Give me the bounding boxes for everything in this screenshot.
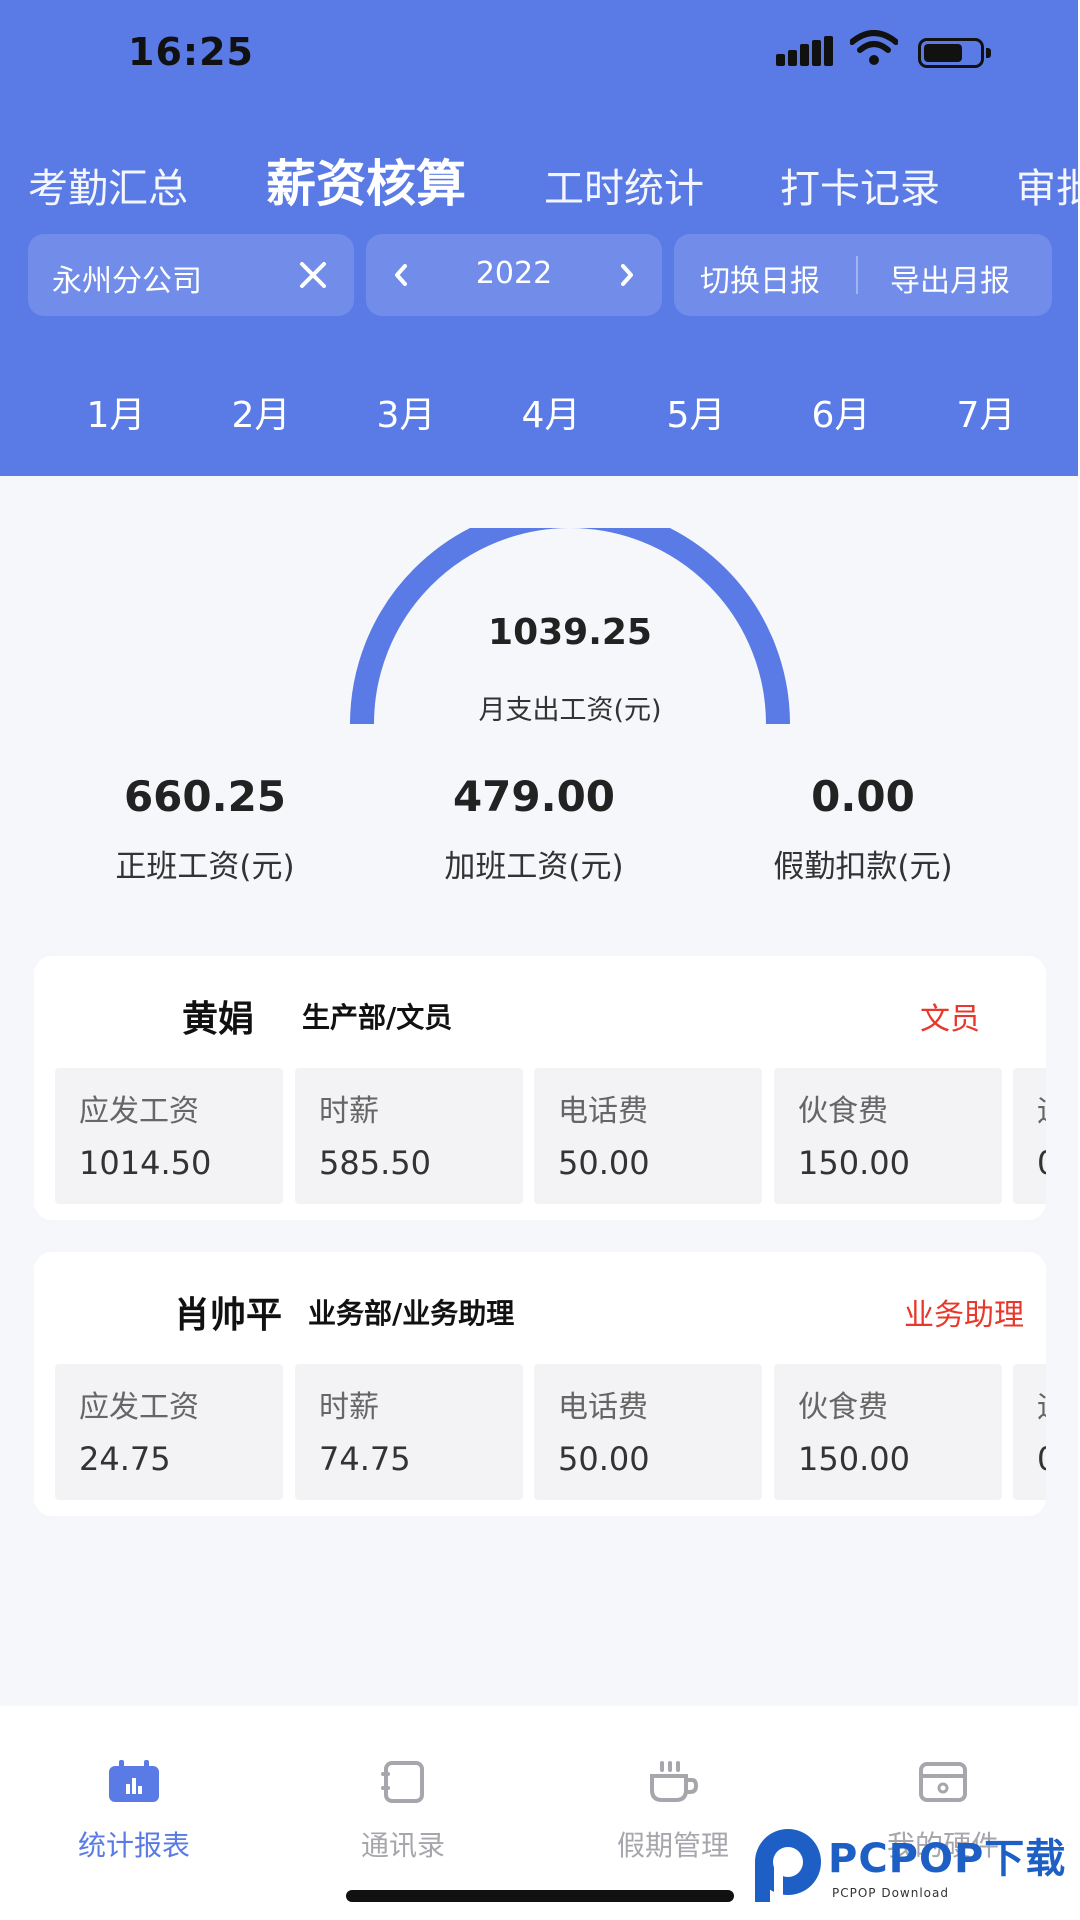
- pay-item: 时薪 74.75: [295, 1364, 523, 1500]
- pay-item-label: 伙食费: [798, 1390, 888, 1425]
- nav-contacts[interactable]: 通讯录: [303, 1760, 503, 1864]
- employee-role: 业务助理: [904, 1298, 1024, 1333]
- pay-item-value: 74.75: [319, 1440, 411, 1478]
- employee-name: 黄娟: [182, 999, 255, 1040]
- employee-role: 文员: [920, 1002, 980, 1037]
- pay-item-label: 时薪: [319, 1094, 379, 1129]
- nav-statistics[interactable]: 统计报表: [34, 1760, 234, 1864]
- status-time: 16:25: [128, 30, 254, 74]
- monthly-total-label: 月支出工资(元): [478, 695, 662, 726]
- top-tabs: 考勤汇总 薪资核算 工时统计 打卡记录 审批: [0, 140, 1080, 220]
- pay-item: 伙食费 150.00: [774, 1068, 1002, 1204]
- tab-approval[interactable]: 审批: [1016, 156, 1080, 214]
- battery-icon: [918, 38, 992, 68]
- pay-item-label: 伙食费: [798, 1094, 888, 1129]
- pay-item-value: 150.00: [798, 1144, 910, 1182]
- month-item[interactable]: 6月: [791, 386, 891, 438]
- pay-item-label: 时薪: [319, 1390, 379, 1425]
- monthly-total-value: 1039.25: [488, 612, 652, 653]
- pay-item: 应发工资 1014.50: [55, 1068, 283, 1204]
- pay-item-value: 50.00: [558, 1144, 650, 1182]
- stat-label: 假勤扣款(元): [773, 849, 953, 885]
- pay-item-value: 585.50: [319, 1144, 431, 1182]
- stat-value: 660.25: [123, 772, 287, 821]
- month-selector: 1月 2月 3月 4月 5月 6月 7月: [0, 386, 1080, 436]
- pay-item: 伙食费 150.00: [774, 1364, 1002, 1500]
- nav-label: 统计报表: [77, 1829, 190, 1862]
- employee-dept: 业务部/业务助理: [308, 1297, 515, 1330]
- stat-regular-pay: 660.25 正班工资(元): [55, 772, 355, 886]
- month-item[interactable]: 3月: [356, 386, 456, 438]
- wifi-icon: [850, 30, 898, 65]
- pay-item: 应发工资 24.75: [55, 1364, 283, 1500]
- watermark-subtitle: PCPOP Download: [832, 1886, 949, 1900]
- stat-overtime-pay: 479.00 加班工资(元): [384, 772, 684, 886]
- pay-item-label: 电话费: [558, 1094, 648, 1129]
- close-icon[interactable]: [296, 258, 330, 292]
- device-icon: [919, 1762, 967, 1802]
- pay-item: 运 0: [1013, 1364, 1046, 1500]
- pay-item-label: 应发工资: [79, 1390, 199, 1425]
- pay-item-value: 0: [1037, 1440, 1046, 1478]
- tab-salary-calc[interactable]: 薪资核算: [266, 144, 466, 216]
- employee-dept: 生产部/文员: [302, 1001, 453, 1034]
- tab-attendance-summary[interactable]: 考勤汇总: [28, 156, 188, 214]
- tab-work-hours[interactable]: 工时统计: [544, 156, 704, 214]
- month-item[interactable]: 5月: [646, 386, 746, 438]
- pay-item-value: 1014.50: [79, 1144, 212, 1182]
- switch-daily-button[interactable]: 切换日报: [700, 256, 820, 300]
- header: 16:25 考勤汇总 薪资核算 工时统计 打卡记录 审批 永州分公司 2022: [0, 0, 1080, 476]
- calendar-chart-icon: [109, 1760, 159, 1802]
- home-indicator[interactable]: [346, 1890, 734, 1902]
- month-item[interactable]: 1月: [66, 386, 166, 438]
- divider: [856, 256, 858, 294]
- nav-leave[interactable]: 假期管理: [573, 1760, 773, 1864]
- pay-item-value: 24.75: [79, 1440, 171, 1478]
- pay-item: 电话费 50.00: [534, 1364, 762, 1500]
- pay-item-value: 50.00: [558, 1440, 650, 1478]
- contacts-book-icon: [381, 1761, 424, 1803]
- chevron-right-icon[interactable]: [616, 262, 638, 288]
- pay-item-value: 0: [1037, 1144, 1046, 1182]
- month-item[interactable]: 4月: [501, 386, 601, 438]
- pay-item: 时薪 585.50: [295, 1068, 523, 1204]
- employee-card[interactable]: 肖帅平 业务部/业务助理 业务助理 应发工资 24.75 时薪 74.75 电话…: [34, 1252, 1046, 1516]
- stat-value: 479.00: [452, 772, 616, 821]
- pay-item-label: 应发工资: [79, 1094, 199, 1129]
- stat-label: 加班工资(元): [444, 849, 624, 885]
- cellular-signal-icon: [776, 34, 834, 66]
- report-actions: 切换日报 导出月报: [674, 234, 1052, 316]
- pay-item: 电话费 50.00: [534, 1068, 762, 1204]
- watermark-title: PCPOP下载: [828, 1836, 1067, 1882]
- stat-value: 0.00: [811, 772, 915, 821]
- pay-item-value: 150.00: [798, 1440, 910, 1478]
- stat-label: 正班工资(元): [115, 849, 295, 885]
- nav-label: 假期管理: [616, 1829, 729, 1862]
- employee-card[interactable]: 黄娟 生产部/文员 文员 应发工资 1014.50 时薪 585.50 电话费 …: [34, 956, 1046, 1220]
- pay-item-label: 电话费: [558, 1390, 648, 1425]
- pay-item-label: 运: [1037, 1086, 1046, 1130]
- coffee-cup-icon: [650, 1761, 699, 1802]
- employee-name: 肖帅平: [174, 1295, 283, 1336]
- company-name: 永州分公司: [52, 264, 202, 299]
- watermark: PCPOP下载 PCPOP Download: [752, 1826, 1080, 1910]
- month-item[interactable]: 7月: [936, 386, 1036, 438]
- watermark-logo-icon: [755, 1829, 821, 1902]
- nav-label: 通讯录: [360, 1829, 445, 1862]
- month-item[interactable]: 2月: [211, 386, 311, 438]
- year-selector: 2022: [366, 234, 662, 316]
- company-filter[interactable]: 永州分公司: [28, 234, 354, 316]
- tab-clock-records[interactable]: 打卡记录: [780, 156, 940, 214]
- stat-leave-deduction: 0.00 假勤扣款(元): [713, 772, 1013, 886]
- pay-item: 运 0: [1013, 1068, 1046, 1204]
- export-monthly-button[interactable]: 导出月报: [890, 256, 1010, 300]
- pay-item-label: 运: [1037, 1382, 1046, 1426]
